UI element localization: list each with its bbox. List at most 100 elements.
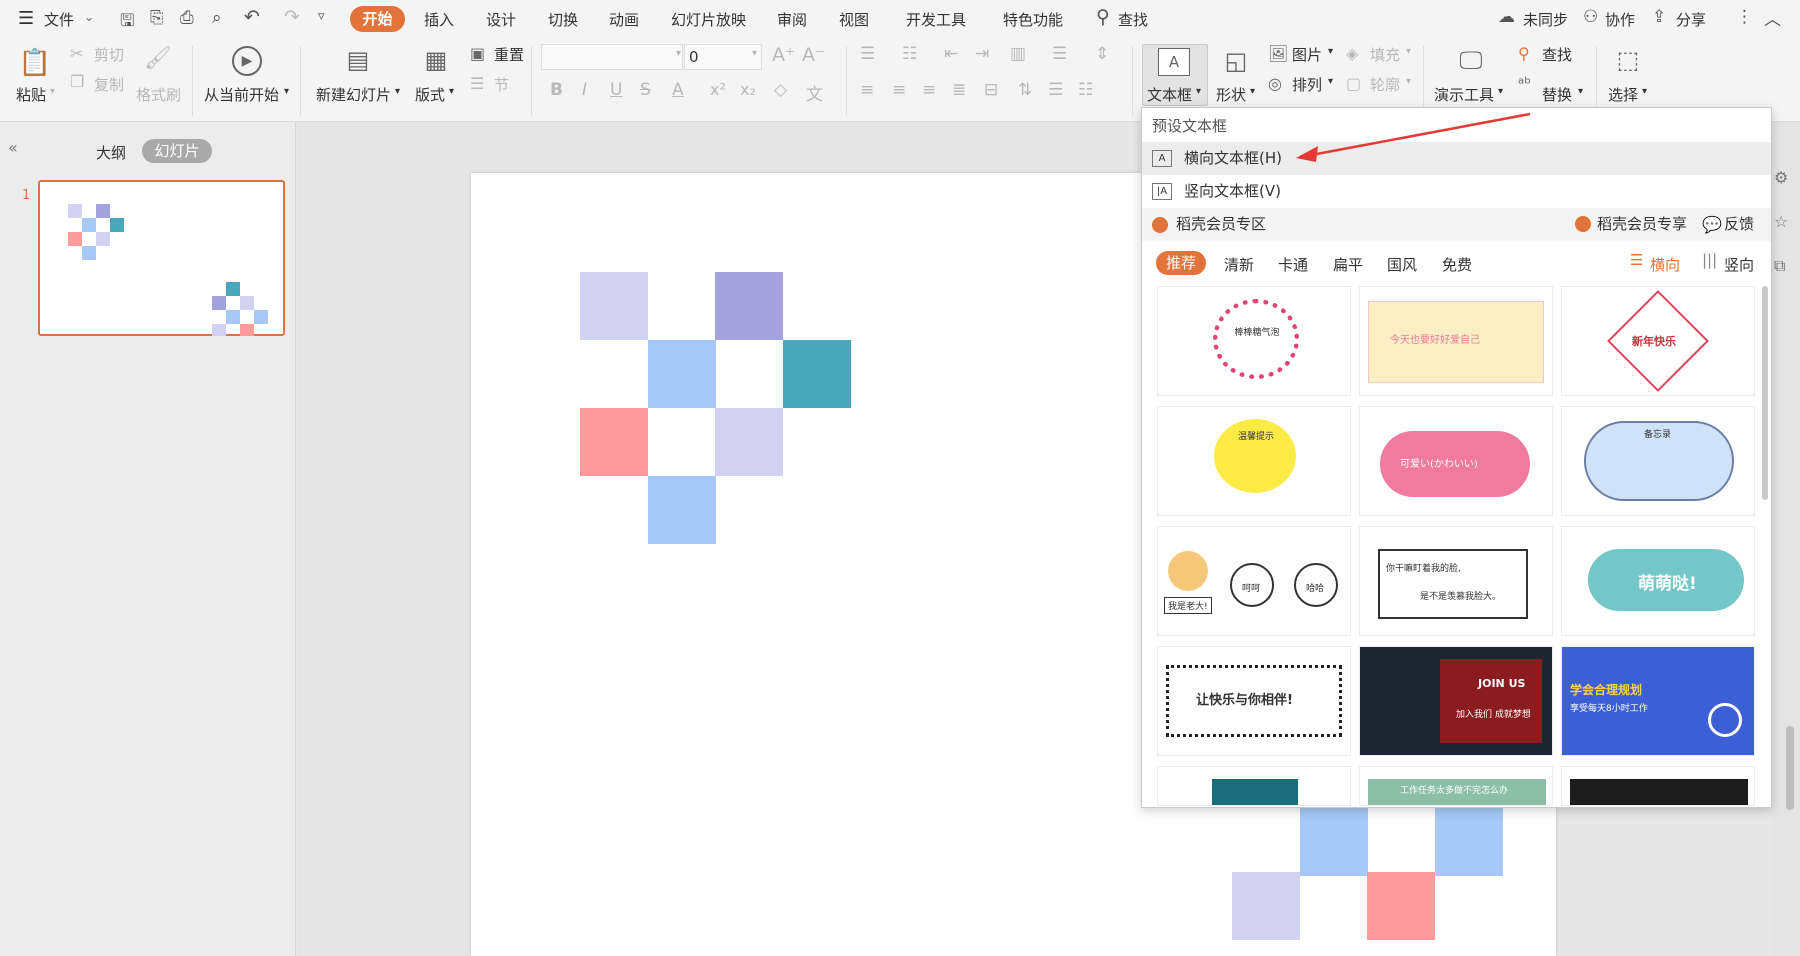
- feedback-icon[interactable]: 💬: [1702, 208, 1722, 241]
- paragraph-settings-icon[interactable]: ☷: [1078, 80, 1093, 100]
- template-dark-partial[interactable]: [1561, 766, 1755, 806]
- layout-icon[interactable]: ▦: [420, 44, 452, 76]
- vertical-scrollbar[interactable]: [1786, 726, 1794, 810]
- picture-icon[interactable]: 🖼: [1268, 44, 1288, 63]
- bold-icon[interactable]: B: [550, 80, 563, 100]
- replace-icon[interactable]: ᵃᵇ: [1518, 74, 1531, 93]
- text-direction-icon[interactable]: ⇕: [1095, 44, 1109, 64]
- template-warm-tip[interactable]: 温馨提示: [1157, 406, 1351, 516]
- presenter-tools-button[interactable]: 演示工具: [1434, 84, 1494, 105]
- tab-developer[interactable]: 开发工具: [906, 9, 966, 30]
- fill-dropdown-icon[interactable]: ▾: [1406, 46, 1411, 57]
- textbox-button[interactable]: 文本框: [1147, 84, 1192, 105]
- undo-icon[interactable]: ↶: [244, 6, 260, 28]
- decor-square[interactable]: [1367, 872, 1435, 940]
- font-name-input[interactable]: [541, 44, 683, 70]
- vip-exclusive-link[interactable]: 稻壳会员专享: [1597, 208, 1687, 241]
- tab-design[interactable]: 设计: [486, 9, 516, 30]
- new-slide-icon[interactable]: ▤: [342, 44, 374, 76]
- fill-icon[interactable]: ◈: [1346, 44, 1358, 63]
- align-left-icon[interactable]: ≡: [860, 80, 874, 100]
- columns-icon[interactable]: ▥: [1010, 44, 1026, 64]
- outline-dropdown-icon[interactable]: ▾: [1406, 76, 1411, 87]
- horizontal-orient-icon[interactable]: ☰: [1630, 251, 1643, 269]
- template-join-us[interactable]: JOIN US 加入我们 成就梦想: [1359, 646, 1553, 756]
- file-menu[interactable]: 文件: [44, 9, 74, 30]
- numbered-list-icon[interactable]: ☷: [902, 44, 917, 64]
- copy-icon[interactable]: ❐: [70, 72, 84, 91]
- feedback-link[interactable]: 反馈: [1724, 208, 1754, 241]
- tab-special-features[interactable]: 特色功能: [1003, 9, 1063, 30]
- select-icon[interactable]: ⬚: [1612, 44, 1644, 76]
- increase-indent-icon[interactable]: ⇥: [975, 44, 989, 64]
- shape-icon[interactable]: ◱: [1220, 46, 1252, 76]
- template-cute-bunny[interactable]: 萌萌哒!: [1561, 526, 1755, 636]
- tab-start[interactable]: 开始: [350, 6, 405, 32]
- template-teal-partial[interactable]: [1157, 766, 1351, 806]
- reset-icon[interactable]: ▣: [470, 44, 485, 63]
- increase-font-icon[interactable]: A⁺: [772, 44, 795, 66]
- sync-status[interactable]: 未同步: [1523, 9, 1568, 30]
- find-icon[interactable]: ⚲: [1518, 44, 1530, 63]
- decor-square[interactable]: [715, 272, 783, 340]
- format-painter-button[interactable]: 格式刷: [136, 84, 181, 105]
- tab-review[interactable]: 审阅: [777, 9, 807, 30]
- decor-square[interactable]: [1232, 872, 1300, 940]
- settings-icon[interactable]: ⚙: [1774, 168, 1788, 187]
- vertical-orient-icon[interactable]: |||: [1702, 251, 1717, 269]
- tab-slideshow[interactable]: 幻灯片放映: [671, 9, 746, 30]
- decor-square[interactable]: [580, 272, 648, 340]
- collapse-panel-icon[interactable]: «: [8, 138, 18, 157]
- section-icon[interactable]: ☰: [470, 74, 484, 93]
- orient-horizontal[interactable]: 横向: [1650, 254, 1680, 275]
- fill-button[interactable]: 填充: [1370, 44, 1400, 65]
- share-button[interactable]: 分享: [1676, 9, 1706, 30]
- phonetic-icon[interactable]: 文: [806, 80, 823, 105]
- template-tasks-partial[interactable]: 工作任务太多做不完怎么办: [1359, 766, 1553, 806]
- play-dropdown-icon[interactable]: ▾: [284, 86, 289, 97]
- outline-button[interactable]: 轮廓: [1370, 74, 1400, 95]
- align-text-icon[interactable]: ⇅: [1018, 80, 1032, 100]
- underline-icon[interactable]: U: [610, 80, 622, 100]
- superscript-icon[interactable]: x²: [710, 80, 726, 99]
- template-happiness[interactable]: 让快乐与你相伴!: [1157, 646, 1351, 756]
- redo-icon[interactable]: ↷: [284, 6, 300, 28]
- shape-dropdown-icon[interactable]: ▾: [1250, 86, 1255, 97]
- subscript-icon[interactable]: x₂: [740, 80, 756, 99]
- print-preview-icon[interactable]: ⌕: [212, 8, 222, 28]
- layout-button[interactable]: 版式: [415, 84, 445, 105]
- justify-icon[interactable]: ≣: [952, 80, 966, 100]
- collaborate-button[interactable]: 协作: [1605, 9, 1635, 30]
- align-center-icon[interactable]: ≡: [892, 80, 906, 100]
- select-button[interactable]: 选择: [1608, 84, 1638, 105]
- italic-icon[interactable]: I: [582, 80, 587, 100]
- new-slide-dropdown-icon[interactable]: ▾: [395, 86, 400, 97]
- paragraph-spacing-icon[interactable]: ☰: [1048, 80, 1063, 100]
- copy-button[interactable]: 复制: [94, 74, 124, 95]
- font-size-input[interactable]: 0: [684, 44, 762, 70]
- search-icon[interactable]: ⚲: [1096, 6, 1110, 28]
- format-painter-icon[interactable]: 🖌: [143, 44, 173, 72]
- template-scrollbar[interactable]: [1762, 286, 1768, 500]
- select-dropdown-icon[interactable]: ▾: [1642, 86, 1647, 97]
- decor-square[interactable]: [1435, 808, 1503, 876]
- picture-dropdown-icon[interactable]: ▾: [1328, 46, 1333, 57]
- template-love-yourself[interactable]: 今天也要好好爱自己: [1359, 286, 1553, 396]
- decrease-font-icon[interactable]: A⁻: [802, 44, 825, 66]
- search-label[interactable]: 查找: [1118, 9, 1148, 30]
- vertical-textbox-item[interactable]: |A 竖向文本框(V): [1142, 175, 1771, 208]
- share-icon[interactable]: ⇪: [1652, 7, 1666, 27]
- paste-icon[interactable]: 📋: [18, 46, 52, 80]
- layout-dropdown-icon[interactable]: ▾: [449, 86, 454, 97]
- category-fresh[interactable]: 清新: [1224, 254, 1254, 275]
- presenter-dropdown-icon[interactable]: ▾: [1498, 86, 1503, 97]
- cut-icon[interactable]: ✂: [70, 44, 83, 63]
- collapse-ribbon-icon[interactable]: ︿: [1764, 5, 1781, 30]
- decor-square[interactable]: [648, 340, 716, 408]
- template-planning[interactable]: 学会合理规划 享受每天8小时工作: [1561, 646, 1755, 756]
- category-recommended[interactable]: 推荐: [1156, 251, 1206, 275]
- play-icon[interactable]: ▶: [232, 46, 262, 76]
- category-free[interactable]: 免费: [1442, 254, 1472, 275]
- play-from-current-button[interactable]: 从当前开始: [204, 84, 279, 105]
- template-big-face[interactable]: 你干嘛盯着我的脸, 是不是羡慕我脸大。: [1359, 526, 1553, 636]
